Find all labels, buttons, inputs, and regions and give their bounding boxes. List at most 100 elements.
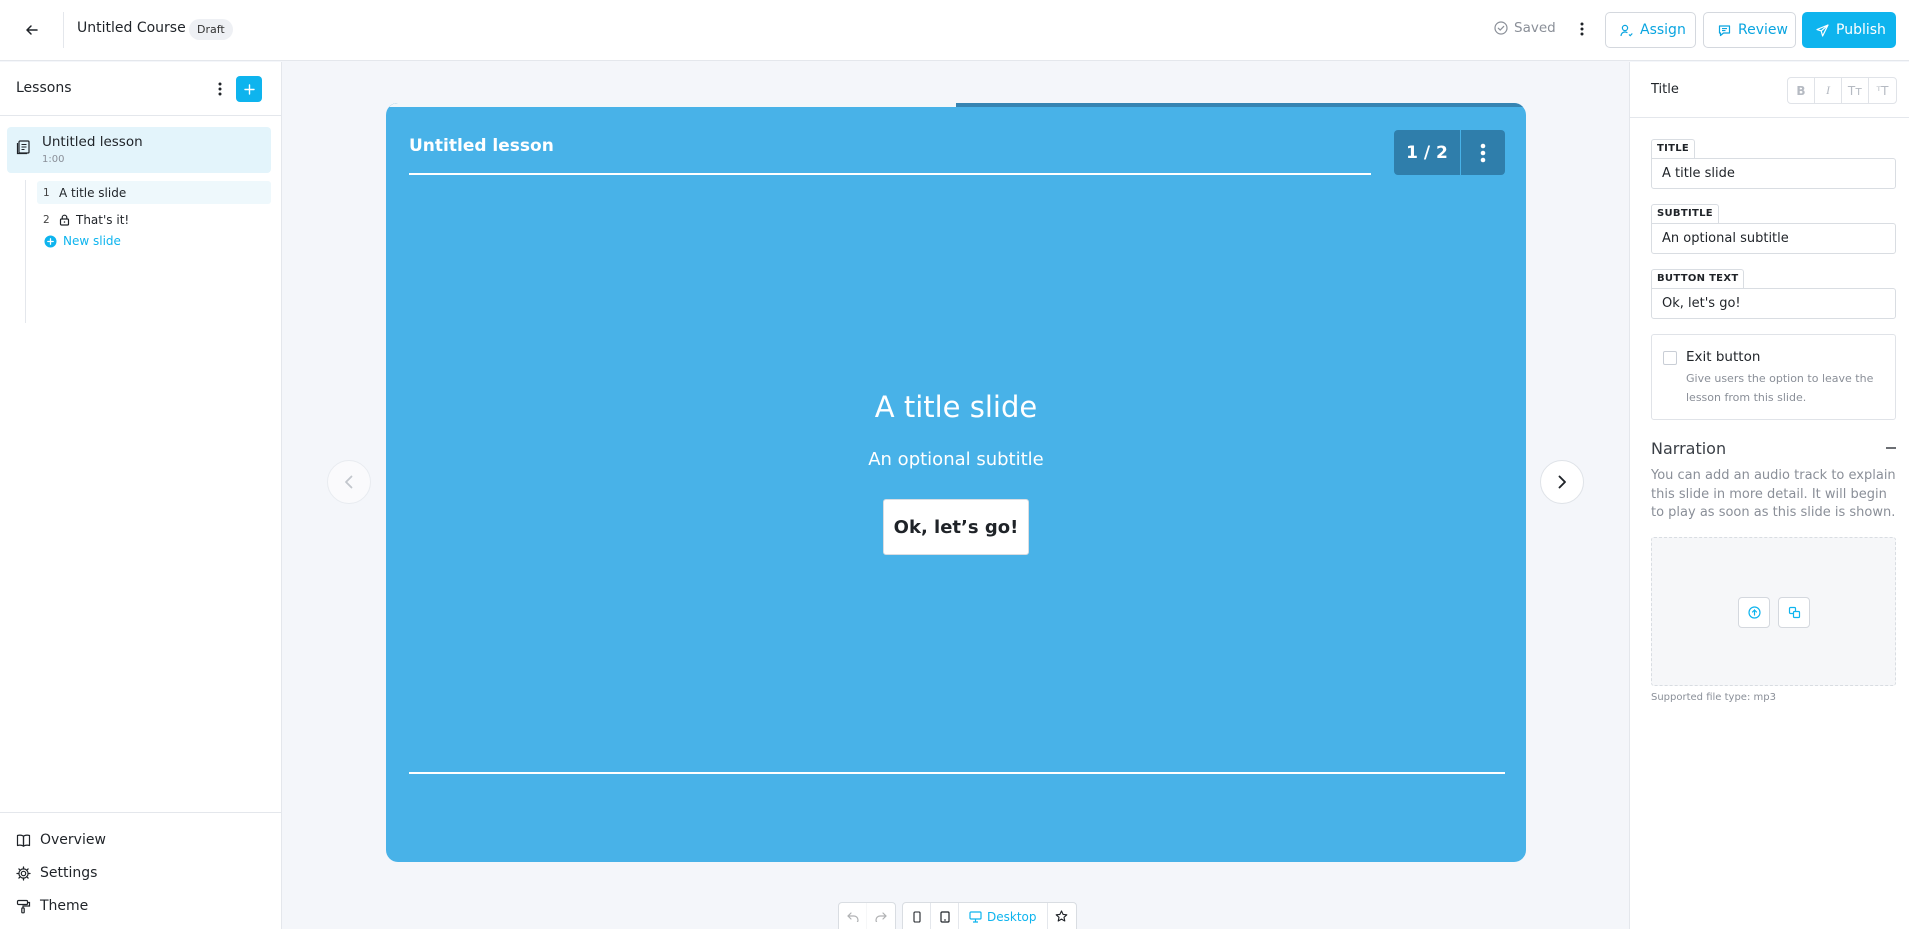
plus-circle-icon <box>44 235 57 248</box>
undo-icon[interactable] <box>839 903 867 929</box>
document-icon <box>16 139 32 155</box>
slide-counter: 1 / 2 <box>1394 130 1460 175</box>
assign-button[interactable]: Assign <box>1605 12 1696 48</box>
add-lesson-button[interactable] <box>236 76 262 102</box>
button-text-field-label: BUTTON TEXT <box>1651 269 1745 288</box>
title-field-label: TITLE <box>1651 139 1696 158</box>
saved-status: Saved <box>1494 20 1556 36</box>
sidebar-footer-divider <box>0 812 281 813</box>
nav-settings-label: Settings <box>40 865 98 881</box>
user-icon <box>1620 24 1633 37</box>
slide-title[interactable]: A title slide <box>386 390 1526 424</box>
slide-lesson-title: Untitled lesson <box>409 136 554 156</box>
italic-button[interactable]: I <box>1815 78 1842 103</box>
exit-button-label[interactable]: Exit button <box>1686 349 1760 365</box>
publish-label: Publish <box>1836 22 1886 38</box>
comment-icon <box>1718 24 1731 37</box>
tablet-view-icon[interactable] <box>931 903 959 929</box>
subtitle-input[interactable]: An optional subtitle <box>1651 223 1896 254</box>
nav-theme[interactable]: Theme <box>16 898 88 914</box>
more-vertical-icon[interactable] <box>1572 18 1592 40</box>
slide-tree-line <box>25 180 26 323</box>
canvas-toolbar: Desktop <box>838 902 1077 929</box>
lock-icon <box>59 214 70 226</box>
course-title[interactable]: Untitled Course <box>77 20 186 36</box>
more-vertical-icon[interactable] <box>210 78 230 100</box>
exit-button-help: Give users the option to leave the lesso… <box>1686 372 1874 404</box>
slide-start-button[interactable]: Ok, let’s go! <box>883 499 1029 555</box>
back-arrow-icon[interactable] <box>20 20 44 40</box>
exit-button-checkbox[interactable] <box>1663 351 1677 365</box>
sidebar-title: Lessons <box>16 80 72 96</box>
upload-icon <box>1747 606 1761 619</box>
nav-settings[interactable]: Settings <box>16 865 97 881</box>
slide-subtitle[interactable]: An optional subtitle <box>386 449 1526 470</box>
slide-label: That's it! <box>76 212 130 227</box>
lesson-duration: 1:00 <box>42 154 65 165</box>
status-badge: Draft <box>189 19 233 40</box>
desktop-view-label: Desktop <box>987 909 1037 924</box>
send-icon <box>1816 23 1829 37</box>
slide-label: A title slide <box>59 185 127 200</box>
audio-library-button[interactable] <box>1778 597 1810 628</box>
nav-overview[interactable]: Overview <box>16 832 106 848</box>
review-button[interactable]: Review <box>1703 12 1796 48</box>
slide-progress-track <box>386 103 1526 107</box>
lesson-item[interactable]: Untitled lesson 1:00 <box>7 127 271 173</box>
history-tools <box>838 902 896 929</box>
subtitle-field-label: SUBTITLE <box>1651 204 1719 223</box>
mobile-view-icon[interactable] <box>903 903 931 929</box>
chevron-left-icon <box>344 475 354 489</box>
nav-overview-label: Overview <box>40 832 106 848</box>
exit-button-option: Exit button Give users the option to lea… <box>1651 334 1896 420</box>
slide-list-item[interactable]: 1 A title slide <box>37 181 271 204</box>
assign-label: Assign <box>1640 22 1686 38</box>
star-icon[interactable] <box>1048 903 1076 929</box>
title-input[interactable]: A title slide <box>1651 158 1896 189</box>
narration-title: Narration <box>1651 439 1727 458</box>
bold-button[interactable]: B <box>1788 78 1815 103</box>
slide-progress-fill <box>386 103 956 107</box>
next-slide-button[interactable] <box>1540 460 1584 504</box>
check-circle-icon <box>1494 21 1508 35</box>
gear-icon <box>16 865 31 881</box>
inspector-panel: Title B I Tт ᵀT TITLE A title slide SUBT… <box>1629 62 1909 929</box>
audio-dropzone[interactable] <box>1651 537 1896 686</box>
paint-roller-icon <box>16 899 31 914</box>
lessons-sidebar: Lessons Untitled lesson 1:00 1 A title s… <box>0 62 282 929</box>
text-format-toolbar: B I Tт ᵀT <box>1787 77 1897 104</box>
publish-button[interactable]: Publish <box>1802 12 1896 48</box>
device-tools: Desktop <box>902 902 1077 929</box>
text-size-button[interactable]: Tт <box>1842 78 1869 103</box>
new-slide-label: New slide <box>63 234 121 248</box>
divider <box>63 12 64 48</box>
slide-footer-rule <box>409 772 1505 774</box>
plus-icon <box>243 83 255 95</box>
minus-icon[interactable] <box>1884 440 1898 456</box>
previous-slide-button[interactable] <box>327 460 371 504</box>
supported-file-note: Supported file type: mp3 <box>1651 692 1776 703</box>
redo-icon[interactable] <box>867 903 895 929</box>
narration-help: You can add an audio track to explain th… <box>1651 468 1896 520</box>
saved-label: Saved <box>1514 20 1556 36</box>
sidebar-header: Lessons <box>0 62 281 116</box>
top-bar: Untitled Course Draft Saved Assign Revie… <box>0 0 1909 61</box>
button-text-input[interactable]: Ok, let's go! <box>1651 288 1896 319</box>
slide-number: 1 <box>43 186 50 199</box>
lesson-name: Untitled lesson <box>42 134 143 150</box>
review-label: Review <box>1738 22 1788 38</box>
slide-menu-button[interactable] <box>1461 130 1505 175</box>
slide-list-item[interactable]: 2 That's it! <box>37 208 271 231</box>
slide-number: 2 <box>43 213 50 226</box>
monitor-icon <box>969 910 982 923</box>
slide-preview[interactable]: Untitled lesson 1 / 2 A title slide An o… <box>386 103 1526 862</box>
nav-theme-label: Theme <box>40 898 89 914</box>
chevron-right-icon <box>1557 475 1567 489</box>
desktop-view-button[interactable]: Desktop <box>959 903 1048 929</box>
inspector-header: Title B I Tт ᵀT <box>1630 62 1909 118</box>
new-slide-button[interactable]: New slide <box>44 234 121 248</box>
inspector-title: Title <box>1651 82 1679 97</box>
upload-audio-button[interactable] <box>1738 597 1770 628</box>
text-case-button[interactable]: ᵀT <box>1869 78 1896 103</box>
slide-header-rule <box>409 173 1371 175</box>
